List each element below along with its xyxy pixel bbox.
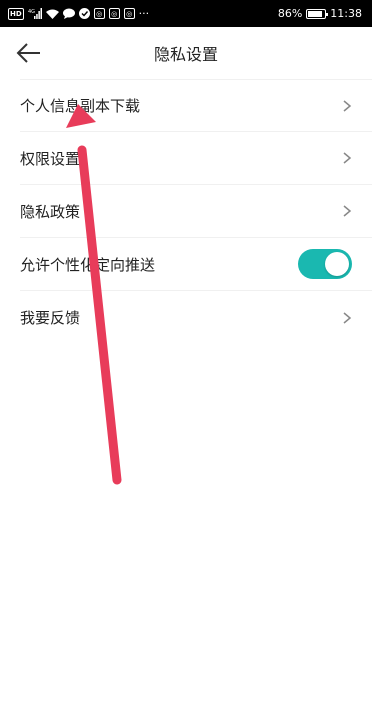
svg-text:4G: 4G — [28, 9, 35, 15]
battery-percent: 86% — [277, 7, 303, 20]
status-icons-left: HD 4G ◎ ◎ ◎ ··· — [8, 7, 150, 20]
chevron-right-icon — [342, 99, 352, 113]
row-label: 权限设置 — [20, 149, 81, 168]
back-arrow-icon — [16, 43, 40, 63]
app-icon: ◎ — [108, 8, 120, 19]
battery-icon — [306, 8, 329, 19]
personalized-push-toggle[interactable] — [298, 249, 352, 279]
row-privacy-policy[interactable]: 隐私政策 — [20, 185, 372, 238]
clock: 11:38 — [330, 7, 362, 20]
status-icons-right: 86% 11:38 — [278, 7, 362, 20]
app-icon: ◎ — [93, 8, 105, 19]
heart-icon — [78, 8, 90, 20]
row-personal-info-download[interactable]: 个人信息副本下载 — [20, 79, 372, 132]
chevron-right-icon — [342, 204, 352, 218]
back-button[interactable] — [14, 39, 44, 67]
row-feedback[interactable]: 我要反馈 — [20, 291, 372, 344]
title-bar: 隐私设置 — [0, 27, 372, 79]
settings-list: 个人信息副本下载 权限设置 隐私政策 允许个性化定向推送 我要反馈 — [0, 79, 372, 344]
row-label: 个人信息副本下载 — [20, 97, 141, 115]
wifi-icon — [45, 8, 59, 20]
chevron-right-icon — [342, 151, 352, 165]
screen: HD 4G ◎ ◎ ◎ ··· 86% 11:38 隐私设置 个人信息副本下载 … — [0, 0, 372, 710]
signal-icon: 4G — [28, 8, 42, 20]
row-personalized-push: 允许个性化定向推送 — [20, 238, 372, 291]
hd-icon: HD — [8, 7, 24, 20]
status-bar: HD 4G ◎ ◎ ◎ ··· 86% 11:38 — [0, 0, 372, 27]
toggle-knob — [325, 252, 349, 276]
page-title: 隐私设置 — [153, 45, 218, 64]
app-icon: ◎ — [123, 8, 135, 19]
row-label: 我要反馈 — [20, 309, 81, 327]
row-label: 允许个性化定向推送 — [20, 255, 156, 274]
row-permission-settings[interactable]: 权限设置 — [20, 132, 372, 185]
more-icon: ··· — [138, 7, 150, 20]
chevron-right-icon — [342, 311, 352, 325]
row-label: 隐私政策 — [20, 202, 81, 221]
chat-icon — [62, 8, 75, 20]
